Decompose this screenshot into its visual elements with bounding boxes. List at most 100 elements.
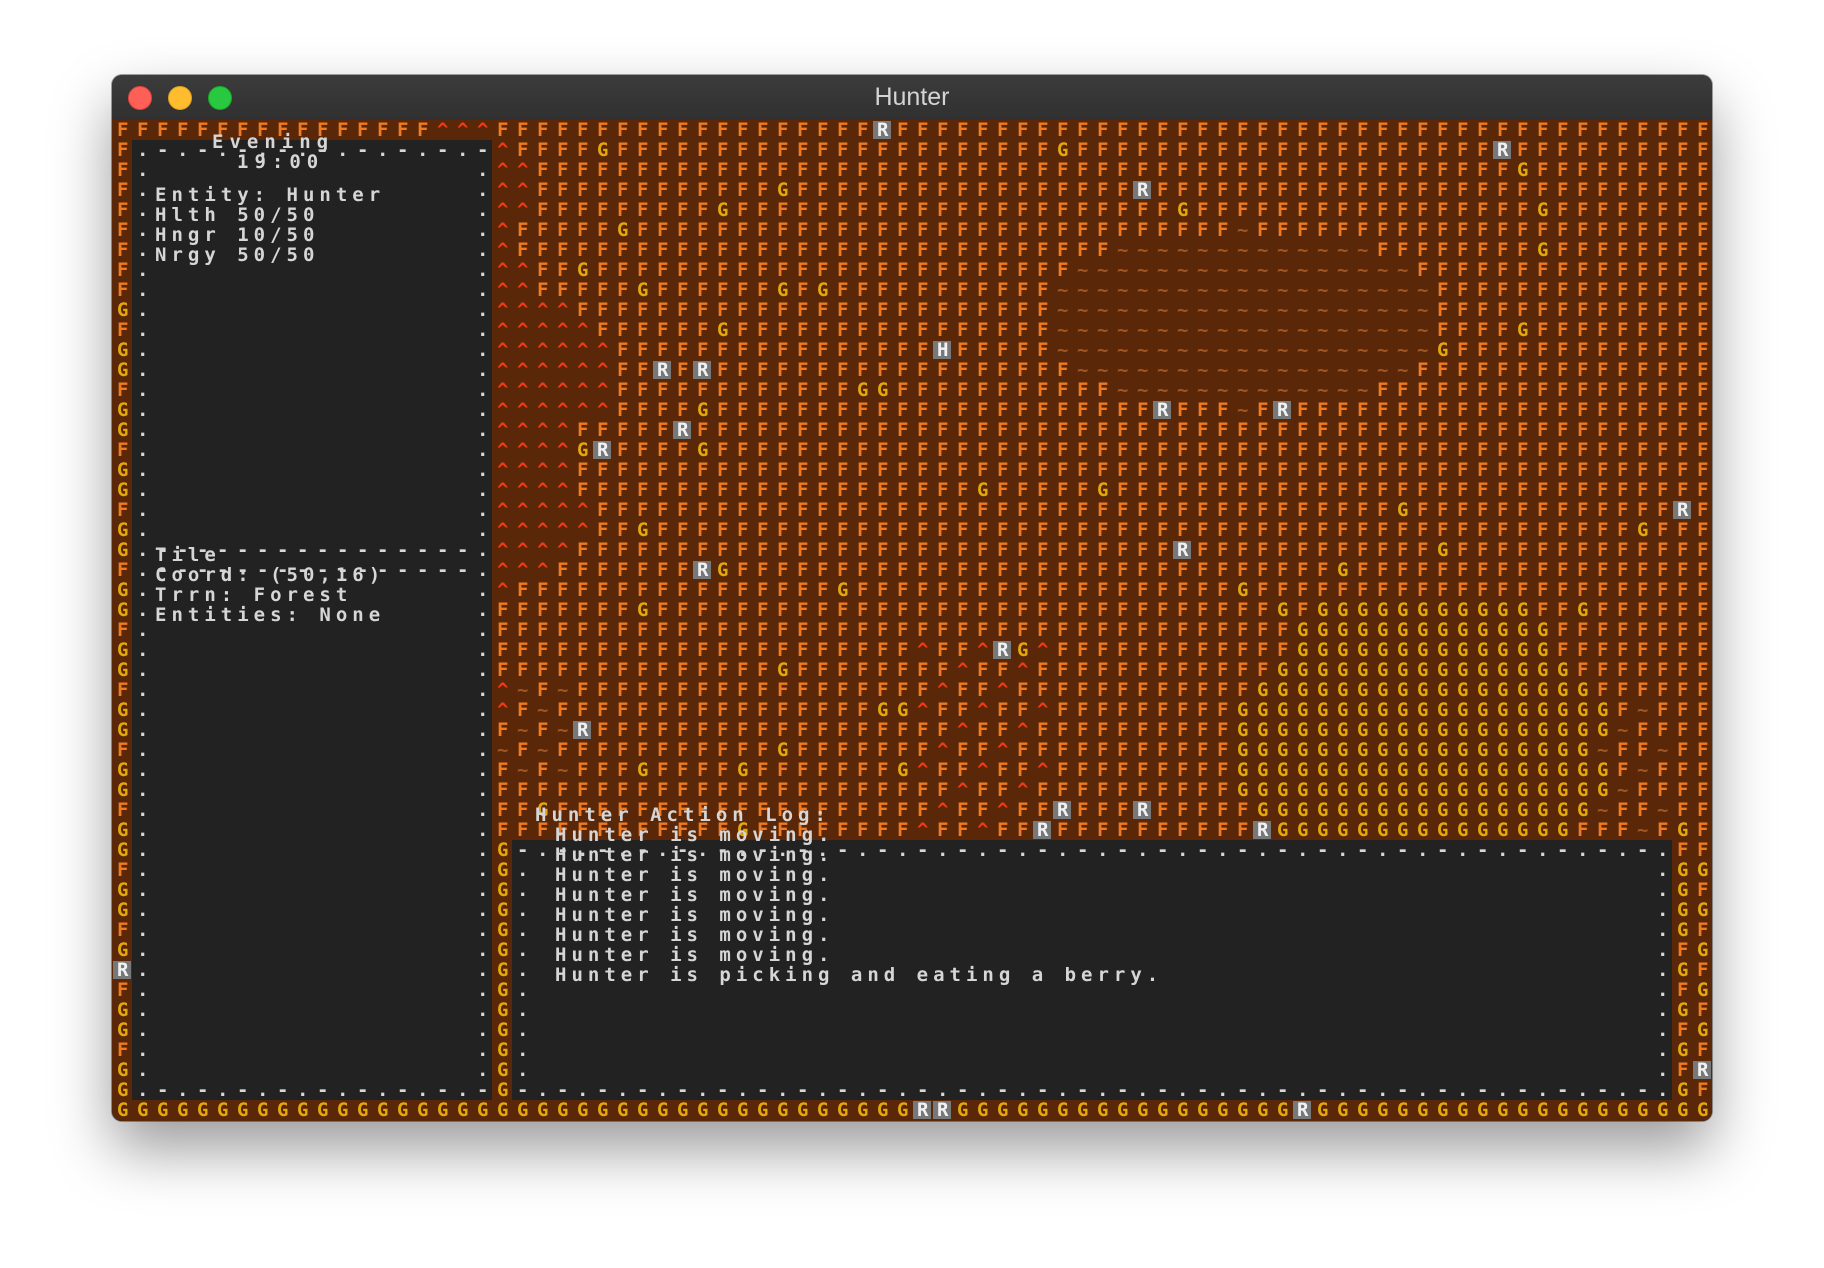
mountain-tile: ^ <box>957 719 968 741</box>
forest-tile: F <box>1577 179 1588 201</box>
grass-tile: G <box>1237 1099 1248 1121</box>
grass-tile: G <box>497 979 508 1001</box>
forest-tile: F <box>937 219 948 241</box>
border-glyph: . <box>137 639 148 661</box>
grass-tile: G <box>497 1099 508 1121</box>
forest-tile: F <box>1437 399 1448 421</box>
forest-tile: F <box>1117 139 1128 161</box>
forest-tile: F <box>977 379 988 401</box>
forest-tile: F <box>1377 539 1388 561</box>
grass-tile: G <box>497 1059 508 1081</box>
water-tile: ~ <box>1137 279 1148 301</box>
forest-tile: F <box>1217 739 1228 761</box>
forest-tile: F <box>1097 779 1108 801</box>
forest-tile: F <box>1257 120 1268 141</box>
forest-tile: F <box>1557 199 1568 221</box>
forest-tile: F <box>857 639 868 661</box>
forest-tile: F <box>1537 399 1548 421</box>
grass-tile: G <box>777 179 788 201</box>
forest-tile: F <box>1117 779 1128 801</box>
forest-tile: F <box>817 579 828 601</box>
forest-tile: F <box>717 219 728 241</box>
grass-tile: G <box>1477 639 1488 661</box>
forest-tile: F <box>677 179 688 201</box>
forest-tile: F <box>1357 439 1368 461</box>
forest-tile: F <box>717 599 728 621</box>
forest-tile: F <box>1557 559 1568 581</box>
water-tile: ~ <box>1197 239 1208 261</box>
water-tile: ~ <box>1277 379 1288 401</box>
water-tile: ~ <box>1117 319 1128 341</box>
forest-tile: F <box>1677 479 1688 501</box>
forest-tile: F <box>1297 559 1308 581</box>
border-glyph: . <box>477 999 488 1021</box>
forest-tile: F <box>1697 779 1708 801</box>
forest-tile: F <box>637 159 648 181</box>
forest-tile: F <box>557 259 568 281</box>
forest-tile: F <box>1057 259 1068 281</box>
forest-tile: F <box>1057 639 1068 661</box>
forest-tile: F <box>1357 579 1368 601</box>
forest-tile: F <box>957 679 968 701</box>
forest-tile: F <box>677 559 688 581</box>
water-tile: ~ <box>1117 279 1128 301</box>
forest-tile: F <box>1117 579 1128 601</box>
grass-tile: G <box>1517 599 1528 621</box>
forest-tile: F <box>637 439 648 461</box>
forest-tile: F <box>1137 519 1148 541</box>
forest-tile: F <box>1317 439 1328 461</box>
water-tile: ~ <box>1417 319 1428 341</box>
forest-tile: F <box>1237 679 1248 701</box>
log-entry: Hunter is moving. <box>555 824 835 846</box>
border-glyph: - <box>1117 1079 1128 1101</box>
forest-tile: F <box>1137 479 1148 501</box>
grass-tile: G <box>1357 1099 1368 1121</box>
border-glyph: - <box>417 539 428 561</box>
forest-tile: F <box>857 479 868 501</box>
border-glyph: - <box>1637 839 1648 861</box>
forest-tile: F <box>1057 499 1068 521</box>
forest-tile: F <box>597 639 608 661</box>
forest-tile: F <box>597 759 608 781</box>
forest-tile: F <box>1617 619 1628 641</box>
forest-tile: F <box>957 239 968 261</box>
border-glyph: . <box>137 619 148 641</box>
border-glyph: . <box>517 919 528 941</box>
forest-tile: F <box>1477 319 1488 341</box>
water-tile: ~ <box>1297 239 1308 261</box>
grass-tile: G <box>657 1099 668 1121</box>
forest-tile: F <box>637 219 648 241</box>
grass-tile: G <box>497 1019 508 1041</box>
water-tile: ~ <box>1617 719 1628 741</box>
water-tile: ~ <box>1397 259 1408 281</box>
border-glyph: . <box>477 219 488 241</box>
forest-tile: F <box>857 579 868 601</box>
forest-tile: F <box>937 699 948 721</box>
forest-tile: F <box>1497 519 1508 541</box>
forest-tile: F <box>1177 519 1188 541</box>
forest-tile: F <box>897 279 908 301</box>
grass-tile: G <box>1557 1099 1568 1121</box>
forest-tile: F <box>177 120 188 141</box>
grass-tile: G <box>117 579 128 601</box>
forest-tile: F <box>1177 179 1188 201</box>
forest-tile: F <box>577 459 588 481</box>
title-bar[interactable]: Hunter <box>112 75 1712 121</box>
forest-tile: F <box>1657 699 1668 721</box>
forest-tile: F <box>917 199 928 221</box>
forest-tile: F <box>657 499 668 521</box>
forest-tile: F <box>1697 639 1708 661</box>
mountain-tile: ^ <box>497 339 508 361</box>
water-tile: ~ <box>1317 339 1328 361</box>
border-glyph: . <box>337 1079 348 1101</box>
forest-tile: F <box>1617 579 1628 601</box>
forest-tile: F <box>1077 819 1088 841</box>
forest-tile: F <box>1337 179 1348 201</box>
forest-tile: F <box>1497 199 1508 221</box>
grass-tile: G <box>1657 1099 1668 1121</box>
forest-tile: F <box>657 739 668 761</box>
forest-tile: F <box>857 179 868 201</box>
border-glyph: . <box>477 699 488 721</box>
forest-tile: F <box>1337 139 1348 161</box>
forest-tile: F <box>1637 179 1648 201</box>
